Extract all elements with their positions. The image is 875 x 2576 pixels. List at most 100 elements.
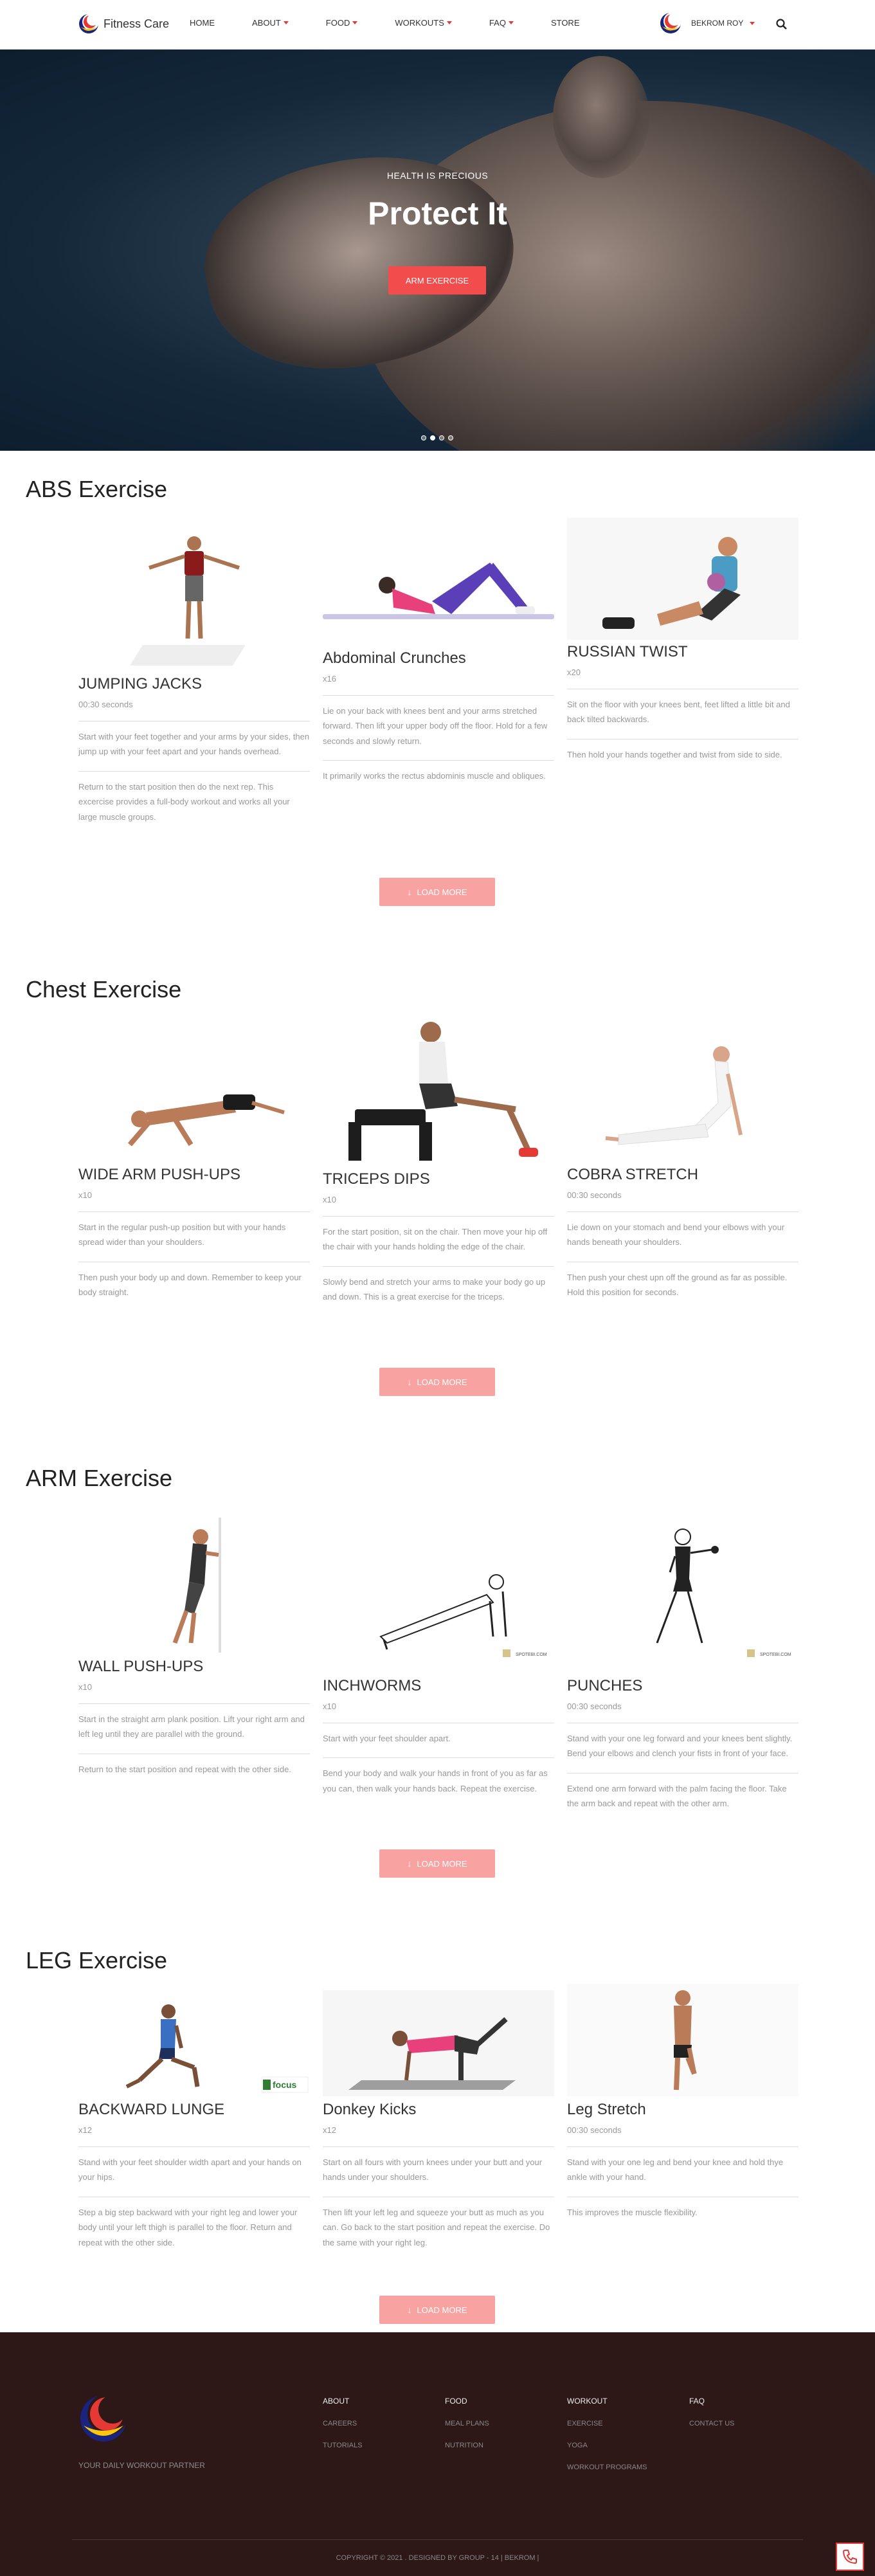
exercise-card: COBRA STRETCH 00:30 seconds Lie down on …	[567, 1022, 798, 1300]
divider	[567, 2146, 798, 2147]
watermark: focus	[273, 2080, 297, 2090]
phone-icon	[842, 2550, 857, 2564]
exercise-image	[567, 1022, 798, 1161]
load-more-button[interactable]: ↓ LOAD MORE	[379, 1849, 495, 1878]
exercise-name: RUSSIAN TWIST	[567, 643, 688, 660]
nav-home-label: HOME	[190, 18, 215, 28]
navbar: Fitness Care HOME ABOUT FOOD WORKOUTS FA…	[0, 0, 875, 50]
exercise-meta: x12	[323, 2125, 336, 2135]
exercise-step-1: Lie down on your stomach and bend your e…	[567, 1222, 785, 1247]
exercise-step-2: Step a big step backward with your right…	[78, 2207, 298, 2247]
exercise-meta: x10	[323, 1195, 336, 1204]
exercise-name: PUNCHES	[567, 1677, 643, 1694]
exercise-meta: x12	[78, 2125, 92, 2135]
exercise-card: Donkey Kicks x12 Start on all fours with…	[323, 1990, 554, 2250]
nav-workouts-label: WORKOUTS	[395, 18, 444, 28]
user-menu[interactable]: BEKROM ROY	[659, 12, 755, 35]
carousel-dot-active[interactable]	[430, 435, 435, 440]
exercise-image	[323, 1990, 554, 2096]
exercise-step-2: Extend one arm forward with the palm fac…	[567, 1783, 787, 1809]
exercise-name: BACKWARD LUNGE	[78, 2101, 225, 2118]
exercise-image	[567, 518, 798, 640]
carousel-dot[interactable]	[439, 435, 444, 440]
footer-tagline: YOUR DAILY WORKOUT PARTNER	[78, 2461, 205, 2470]
load-more-label: LOAD MORE	[417, 2305, 467, 2315]
load-more-button[interactable]: ↓ LOAD MORE	[379, 1368, 495, 1396]
caret-down-icon	[352, 21, 358, 24]
nav-faq[interactable]: FAQ	[489, 18, 514, 28]
footer-link[interactable]: CAREERS	[323, 2420, 363, 2427]
exercise-meta: 00:30 seconds	[567, 2125, 622, 2135]
footer-link[interactable]: NUTRITION	[445, 2442, 489, 2449]
footer-col-about: ABOUT CAREERS TUTORIALS	[323, 2397, 363, 2463]
exercise-step-2: Slowly bend and stretch your arms to mak…	[323, 1276, 546, 1302]
exercise-image	[567, 1984, 798, 2096]
exercise-image	[78, 524, 310, 666]
divider	[78, 1703, 310, 1704]
footer-link[interactable]: CONTACT US	[689, 2420, 735, 2427]
phone-button[interactable]	[836, 2543, 864, 2571]
nav-food-label: FOOD	[325, 18, 350, 28]
nav-home[interactable]: HOME	[190, 18, 215, 28]
exercise-meta: x20	[567, 667, 581, 677]
arrow-down-icon: ↓	[407, 2305, 412, 2315]
nav-store[interactable]: STORE	[551, 18, 580, 28]
search-icon[interactable]	[775, 18, 788, 31]
nav-about[interactable]: ABOUT	[252, 18, 289, 28]
footer-link[interactable]: EXERCISE	[567, 2420, 647, 2427]
carousel-dot[interactable]	[421, 435, 426, 440]
load-more-label: LOAD MORE	[417, 1858, 467, 1869]
exercise-card: Abdominal Crunches x16 Lie on your back …	[323, 524, 554, 784]
exercise-card: TRICEPS DIPS x10 For the start position,…	[323, 1013, 554, 1305]
wall-push-ups-illustration	[172, 1518, 221, 1653]
nav-links: HOME ABOUT FOOD WORKOUTS FAQ STORE	[190, 18, 617, 28]
load-more-button[interactable]: ↓ LOAD MORE	[379, 878, 495, 906]
arrow-down-icon: ↓	[407, 1377, 412, 1387]
exercise-step-2: Then push your body up and down. Remembe…	[78, 1272, 302, 1298]
exercise-image: SPOTEBI.COM	[323, 1530, 554, 1672]
donkey-kicks-illustration	[348, 2017, 516, 2090]
caret-down-icon	[508, 21, 514, 24]
exercise-image	[323, 524, 554, 640]
divider	[323, 695, 554, 696]
divider	[78, 1211, 310, 1212]
jumping-jacks-illustration	[130, 536, 246, 666]
exercise-meta: x16	[323, 674, 336, 684]
footer-link[interactable]: WORKOUT PROGRAMS	[567, 2463, 647, 2471]
exercise-name: WIDE ARM PUSH-UPS	[78, 1166, 241, 1183]
load-more-button[interactable]: ↓ LOAD MORE	[379, 2296, 495, 2324]
russian-twist-illustration	[602, 537, 741, 629]
exercise-meta: x10	[78, 1682, 92, 1692]
brand-name: Fitness Care	[104, 17, 170, 30]
exercise-step-1: Stand with your one leg and bend your kn…	[567, 2157, 784, 2182]
footer-logo-icon	[80, 2393, 129, 2442]
exercise-image	[323, 1013, 554, 1170]
punches-illustration: SPOTEBI.COM	[656, 1528, 791, 1657]
divider	[78, 770, 310, 772]
hero-carousel: HEALTH IS PRECIOUS Protect It ARM EXERCI…	[0, 50, 875, 451]
footer-link[interactable]: MEAL PLANS	[445, 2420, 489, 2427]
section-title-leg: LEG Exercise	[26, 1947, 168, 1973]
nav-food[interactable]: FOOD	[326, 18, 358, 28]
arrow-down-icon: ↓	[407, 1858, 412, 1869]
footer-link[interactable]: YOGA	[567, 2442, 647, 2449]
caret-down-icon	[446, 21, 452, 24]
footer-col-food: FOOD MEAL PLANS NUTRITION	[445, 2397, 489, 2463]
exercise-step-2: This improves the muscle flexibility.	[567, 2207, 698, 2217]
arm-exercise-button[interactable]: ARM EXERCISE	[388, 266, 486, 295]
footer-copyright: COPYRIGHT © 2021 . DESIGNED BY GROUP - 1…	[336, 2554, 539, 2562]
brand[interactable]: Fitness Care	[78, 13, 169, 35]
nav-workouts[interactable]: WORKOUTS	[395, 18, 452, 28]
exercise-card: SPOTEBI.COM INCHWORMS x10 Start with you…	[323, 1530, 554, 1796]
caret-down-icon	[750, 21, 755, 25]
exercise-card: WALL PUSH-UPS x10 Start in the straight …	[78, 1518, 310, 1777]
exercise-name: INCHWORMS	[323, 1677, 422, 1694]
exercise-step-1: Lie on your back with knees bent and you…	[323, 706, 548, 746]
carousel-dot[interactable]	[448, 435, 453, 440]
exercise-step-1: Stand with your one leg forward and your…	[567, 1734, 793, 1759]
triceps-dips-illustration	[348, 1022, 538, 1161]
exercise-meta: 00:30 seconds	[78, 700, 133, 709]
wide-push-ups-illustration	[127, 1094, 285, 1147]
footer-link[interactable]: TUTORIALS	[323, 2442, 363, 2449]
exercise-name: TRICEPS DIPS	[323, 1170, 430, 1188]
